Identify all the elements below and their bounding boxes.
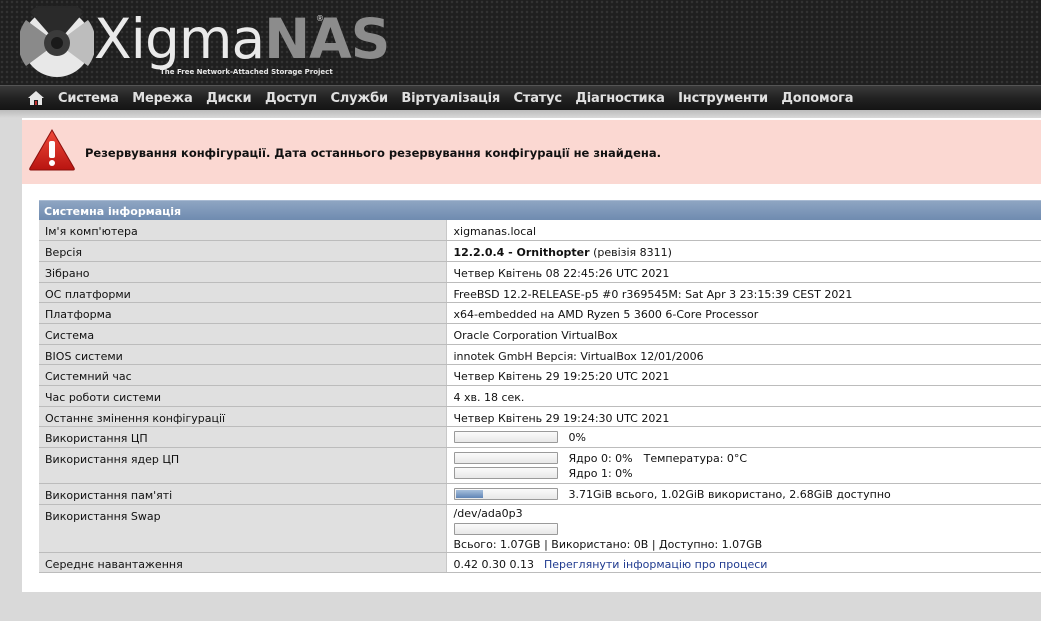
table-row: Використання пам'яті 3.71GiB всього, 1.0…: [39, 483, 1041, 505]
logo-mark-icon: [20, 6, 94, 77]
table-row: Середнє навантаження 0.42 0.30 0.13 Перег…: [39, 552, 1041, 574]
table-row: Використання Swap /dev/ada0p3 Всього: 1.…: [39, 504, 1041, 553]
config-backup-alert: Резервування конфігурації. Дата останньо…: [22, 120, 1041, 184]
row-label: Використання ЦП: [39, 426, 447, 449]
menu-item-virtualization[interactable]: Віртуалізація: [401, 91, 500, 106]
alert-message: Резервування конфігурації. Дата останньо…: [85, 146, 661, 160]
main-content: Резервування конфігурації. Дата останньо…: [22, 118, 1041, 592]
memory-usage-value: 3.71GiB всього, 1.02GiB використано, 2.6…: [568, 487, 891, 501]
row-label: Версія: [39, 240, 447, 262]
menu-item-help[interactable]: Допомога: [781, 91, 853, 106]
core1-usage-bar: [453, 467, 558, 480]
menu-item-system[interactable]: Система: [58, 91, 119, 106]
table-row: Платформа x64-embedded на AMD Ryzen 5 36…: [39, 302, 1041, 324]
table-row: Версія 12.2.0.4 - Ornithopter (ревізія 8…: [39, 240, 1041, 262]
menu-item-services[interactable]: Служби: [330, 91, 388, 106]
version-value: 12.2.0.4 - Ornithopter (ревізія 8311): [446, 240, 1041, 262]
menu-shadow: [0, 110, 1041, 118]
logo-tagline: The Free Network-Attached Storage Projec…: [160, 68, 333, 76]
process-info-link[interactable]: Переглянути інформацію про процеси: [544, 558, 767, 571]
warning-icon: [29, 129, 75, 171]
menu-item-status[interactable]: Статус: [514, 91, 563, 106]
row-label: Система: [39, 323, 447, 345]
logo-registered-mark: ®: [316, 14, 324, 23]
bios-value: innotek GmbH Версія: VirtualBox 12/01/20…: [446, 344, 1041, 366]
table-row: Використання ядер ЦП Ядро 0: 0% Температ…: [39, 447, 1041, 485]
row-label: Ім'я комп'ютера: [39, 220, 447, 242]
core0-usage-bar: [453, 452, 558, 465]
version-revision: (ревізія 8311): [589, 246, 672, 260]
row-label: ОС платформи: [39, 282, 447, 304]
main-menu: Система Мережа Диски Доступ Служби Вірту…: [0, 85, 1041, 110]
table-row: BIOS системи innotek GmbH Версія: Virtua…: [39, 344, 1041, 366]
menu-item-network[interactable]: Мережа: [132, 91, 193, 106]
table-row: Час роботи системи 4 хв. 18 сек.: [39, 385, 1041, 407]
row-label: Середнє навантаження: [39, 552, 447, 574]
menu-items: Система Мережа Диски Доступ Служби Вірту…: [58, 86, 867, 111]
table-row: ОС платформи FreeBSD 12.2-RELEASE-p5 #0 …: [39, 282, 1041, 304]
table-row: Ім'я комп'ютера xigmanas.local: [39, 220, 1041, 242]
menu-item-tools[interactable]: Інструменти: [678, 91, 768, 106]
cpu-usage-value: 0%: [568, 430, 586, 444]
logo-wordmark: XigmaNAS: [94, 7, 390, 71]
row-label: Використання пам'яті: [39, 483, 447, 505]
xigmanas-logo[interactable]: XigmaNAS ® The Free Network-Attached Sto…: [20, 4, 390, 80]
table-row: Використання ЦП 0%: [39, 426, 1041, 449]
row-label: BIOS системи: [39, 344, 447, 366]
row-label: Останнє змінення конфігурації: [39, 406, 447, 428]
hostname-value: xigmanas.local: [446, 220, 1041, 242]
last-config-value: Четвер Квітень 29 19:24:30 UTC 2021: [446, 406, 1041, 428]
row-label: Системний час: [39, 364, 447, 386]
uptime-value: 4 хв. 18 сек.: [446, 385, 1041, 407]
version-name: 12.2.0.4 - Ornithopter: [453, 246, 590, 260]
platform-os-value: FreeBSD 12.2-RELEASE-p5 #0 r369545M: Sat…: [446, 282, 1041, 304]
system-info-panel: Системна інформація Ім'я комп'ютера xigm…: [39, 200, 1041, 574]
platform-value: x64-embedded на AMD Ryzen 5 3600 6-Core …: [446, 302, 1041, 324]
built-value: Четвер Квітень 08 22:45:26 UTC 2021: [446, 261, 1041, 283]
row-label: Платформа: [39, 302, 447, 324]
row-label: Зібрано: [39, 261, 447, 283]
cpu-usage-bar: [453, 431, 558, 444]
row-label: Час роботи системи: [39, 385, 447, 407]
row-label: Використання ядер ЦП: [39, 447, 447, 485]
clock-value: Четвер Квітень 29 19:25:20 UTC 2021: [446, 364, 1041, 386]
core1-usage-value: Ядро 1: 0%: [568, 466, 633, 480]
menu-item-access[interactable]: Доступ: [265, 91, 317, 106]
swap-usage-bar: [453, 522, 558, 535]
system-info-table: Ім'я комп'ютера xigmanas.local Версія 12…: [39, 220, 1041, 574]
system-value: Oracle Corporation VirtualBox: [446, 323, 1041, 345]
cpu-temperature: Температура: 0°C: [643, 451, 748, 465]
memory-usage-bar: [453, 488, 558, 501]
swap-device: /dev/ada0p3: [453, 506, 523, 520]
table-row: Останнє змінення конфігурації Четвер Кві…: [39, 406, 1041, 428]
home-icon[interactable]: [28, 91, 44, 105]
menu-item-disks[interactable]: Диски: [206, 91, 252, 106]
row-label: Використання Swap: [39, 504, 447, 553]
memory-usage-fill: [455, 490, 484, 499]
table-row: Системний час Четвер Квітень 29 19:25:20…: [39, 364, 1041, 386]
load-average-value: 0.42 0.30 0.13: [453, 557, 534, 571]
header: XigmaNAS ® The Free Network-Attached Sto…: [0, 0, 1041, 85]
table-row: Система Oracle Corporation VirtualBox: [39, 323, 1041, 345]
menu-item-diagnostics[interactable]: Діагностика: [575, 91, 664, 106]
swap-summary: Всього: 1.07GB | Використано: 0B | Досту…: [453, 537, 763, 551]
panel-title: Системна інформація: [39, 200, 1041, 220]
table-row: Зібрано Четвер Квітень 08 22:45:26 UTC 2…: [39, 261, 1041, 283]
core0-usage-value: Ядро 0: 0%: [568, 451, 633, 465]
